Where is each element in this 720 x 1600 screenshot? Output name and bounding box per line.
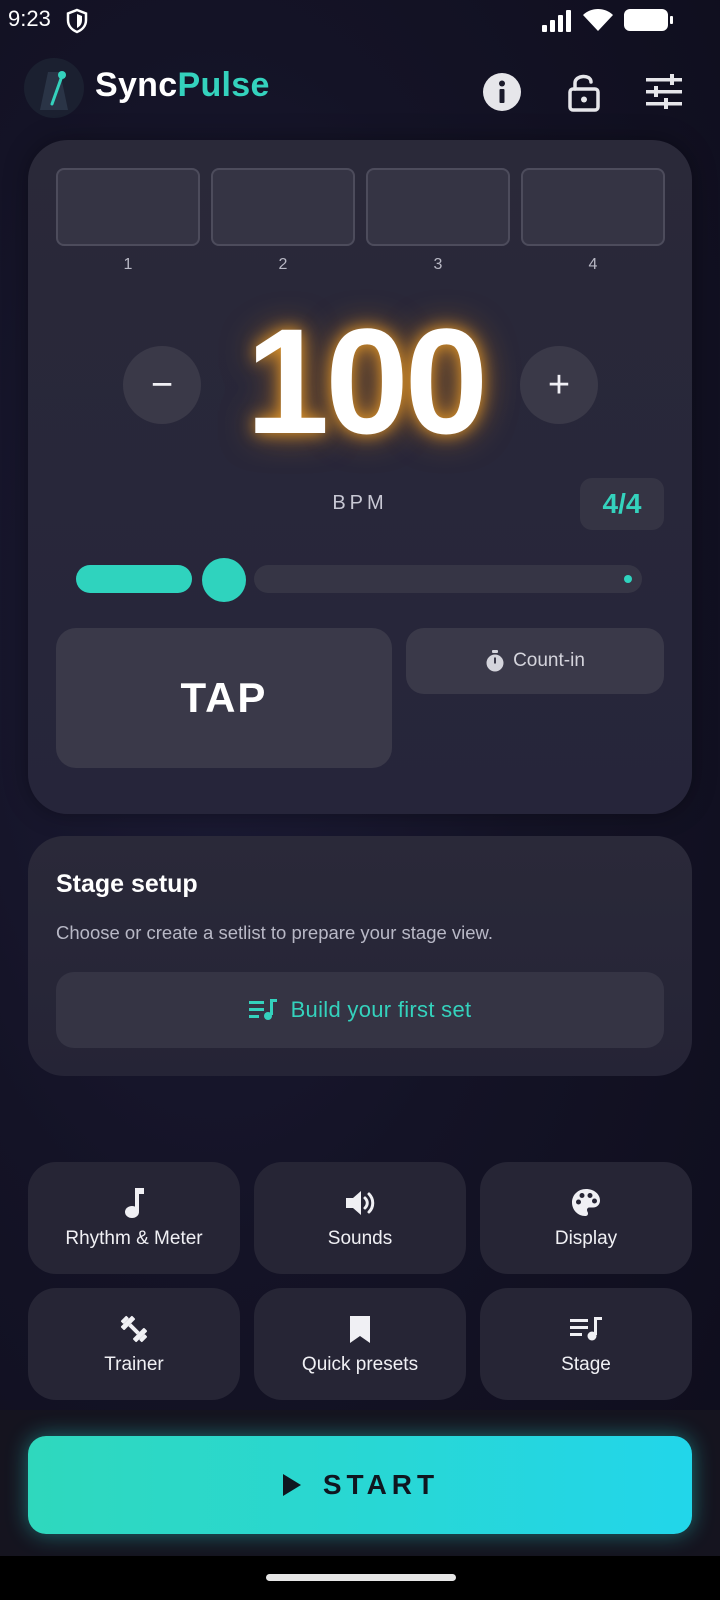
tap-tempo-button[interactable]: TAP: [56, 628, 392, 768]
play-icon: [282, 1474, 301, 1496]
app-title-part2: Pulse: [177, 66, 270, 104]
tile-label: Display: [554, 1228, 618, 1249]
tempo-slider-thumb[interactable]: [202, 558, 246, 602]
count-in-label: Count-in: [513, 650, 585, 671]
speaker-icon: [346, 1191, 375, 1215]
build-first-set-label: Build your first set: [290, 997, 472, 1022]
count-in-button[interactable]: Count-in: [406, 628, 664, 694]
app-logo: [24, 58, 84, 118]
settings-button[interactable]: [642, 70, 686, 114]
increase-bpm-button[interactable]: +: [520, 346, 598, 424]
bookmark-icon: [350, 1316, 370, 1343]
beat-number: 4: [588, 256, 598, 273]
tile-sounds[interactable]: Sounds: [254, 1162, 466, 1274]
decrease-bpm-button[interactable]: −: [123, 346, 201, 424]
beat-indicator-2[interactable]: [211, 168, 355, 246]
beat-number: 2: [278, 256, 288, 273]
tile-label: Quick presets: [301, 1354, 419, 1375]
tile-label: Rhythm & Meter: [65, 1228, 203, 1249]
time-signature-button[interactable]: 4/4: [580, 478, 664, 530]
home-indicator[interactable]: [266, 1574, 456, 1581]
tile-label: Trainer: [104, 1354, 164, 1375]
tile-label: Sounds: [327, 1228, 393, 1249]
wifi-icon: [583, 9, 613, 31]
build-first-set-button[interactable]: Build your first set: [56, 972, 664, 1048]
shield-icon: [66, 8, 88, 34]
beat-number: 3: [433, 256, 443, 273]
stage-setup-title: Stage setup: [56, 870, 198, 898]
battery-icon: [624, 9, 673, 31]
beat-indicator-3[interactable]: [366, 168, 510, 246]
beat-number: 1: [123, 256, 133, 273]
status-time: 9:23: [8, 6, 51, 31]
info-icon: [483, 73, 521, 111]
tempo-slider-track[interactable]: [254, 565, 642, 593]
playlist-icon: [248, 999, 277, 1020]
tile-trainer[interactable]: Trainer: [28, 1288, 240, 1400]
bpm-label: BPM: [332, 492, 388, 514]
dumbbell-icon: [120, 1315, 148, 1343]
signal-icon: [542, 10, 571, 32]
unlocked-icon: [568, 74, 600, 112]
app-title: SyncPulse: [95, 66, 270, 105]
tile-rhythm-meter[interactable]: Rhythm & Meter: [28, 1162, 240, 1274]
tile-display[interactable]: Display: [480, 1162, 692, 1274]
music-note-icon: [125, 1188, 144, 1218]
start-button[interactable]: START: [28, 1436, 692, 1534]
tile-stage[interactable]: Stage: [480, 1288, 692, 1400]
beat-indicator-4[interactable]: [521, 168, 665, 246]
tempo-slider-fill[interactable]: [76, 565, 192, 593]
stage-setup-description: Choose or create a setlist to prepare yo…: [56, 922, 494, 943]
tile-quick-presets[interactable]: Quick presets: [254, 1288, 466, 1400]
stopwatch-icon: [486, 650, 504, 672]
tile-label: Stage: [561, 1354, 611, 1375]
sliders-icon: [646, 74, 682, 109]
app-title-part1: Sync: [95, 66, 178, 104]
beat-indicator-1[interactable]: [56, 168, 200, 246]
bpm-value[interactable]: 100: [230, 306, 500, 456]
start-label: START: [322, 1469, 440, 1500]
tempo-slider-end-dot: [624, 575, 632, 583]
palette-icon: [572, 1189, 600, 1216]
playlist-icon: [570, 1317, 602, 1341]
lock-button[interactable]: [562, 70, 606, 114]
metronome-icon: [40, 71, 68, 110]
info-button[interactable]: [480, 70, 524, 114]
